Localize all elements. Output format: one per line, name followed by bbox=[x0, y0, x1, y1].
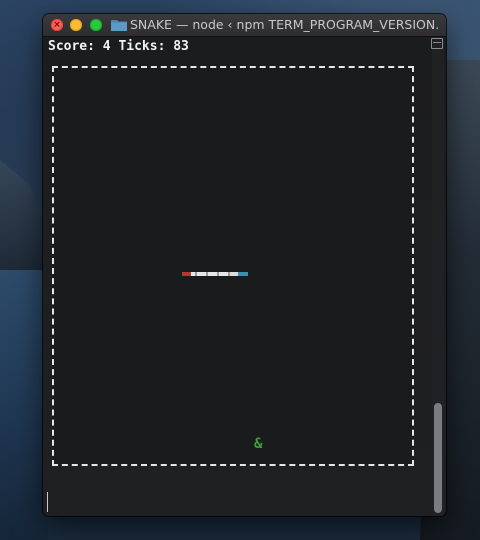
score-ticks-line: Score: 4 Ticks: 83 bbox=[48, 39, 189, 54]
sea bbox=[0, 270, 48, 540]
snake bbox=[182, 272, 248, 276]
title-bar[interactable]: × SNAKE — node ‹ npm TERM_PROGRAM_VERSIO… bbox=[43, 14, 446, 37]
terminal-content[interactable]: Score: 4 Ticks: 83 & bbox=[43, 37, 446, 516]
mountain-left bbox=[0, 160, 48, 280]
terminal-window[interactable]: × SNAKE — node ‹ npm TERM_PROGRAM_VERSIO… bbox=[43, 14, 446, 516]
scrollbar-thumb[interactable] bbox=[434, 403, 442, 513]
snake-segment bbox=[197, 272, 206, 276]
snake-tail bbox=[238, 272, 248, 276]
food-item: & bbox=[254, 436, 263, 452]
snake-segment bbox=[219, 272, 228, 276]
snake-head bbox=[182, 272, 191, 276]
game-board: & bbox=[52, 66, 414, 466]
snake-segment bbox=[230, 272, 238, 276]
zoom-button[interactable] bbox=[90, 19, 102, 31]
window-title: SNAKE — node ‹ npm TERM_PROGRAM_VERSION.… bbox=[130, 17, 440, 32]
scrollbar[interactable] bbox=[431, 37, 444, 516]
close-button[interactable]: × bbox=[51, 19, 63, 31]
minimize-button[interactable] bbox=[70, 19, 82, 31]
text-cursor bbox=[47, 492, 48, 512]
folder-icon bbox=[111, 20, 127, 31]
snake-segment bbox=[208, 272, 217, 276]
close-icon: × bbox=[53, 20, 61, 30]
split-pane-icon[interactable] bbox=[431, 38, 443, 49]
